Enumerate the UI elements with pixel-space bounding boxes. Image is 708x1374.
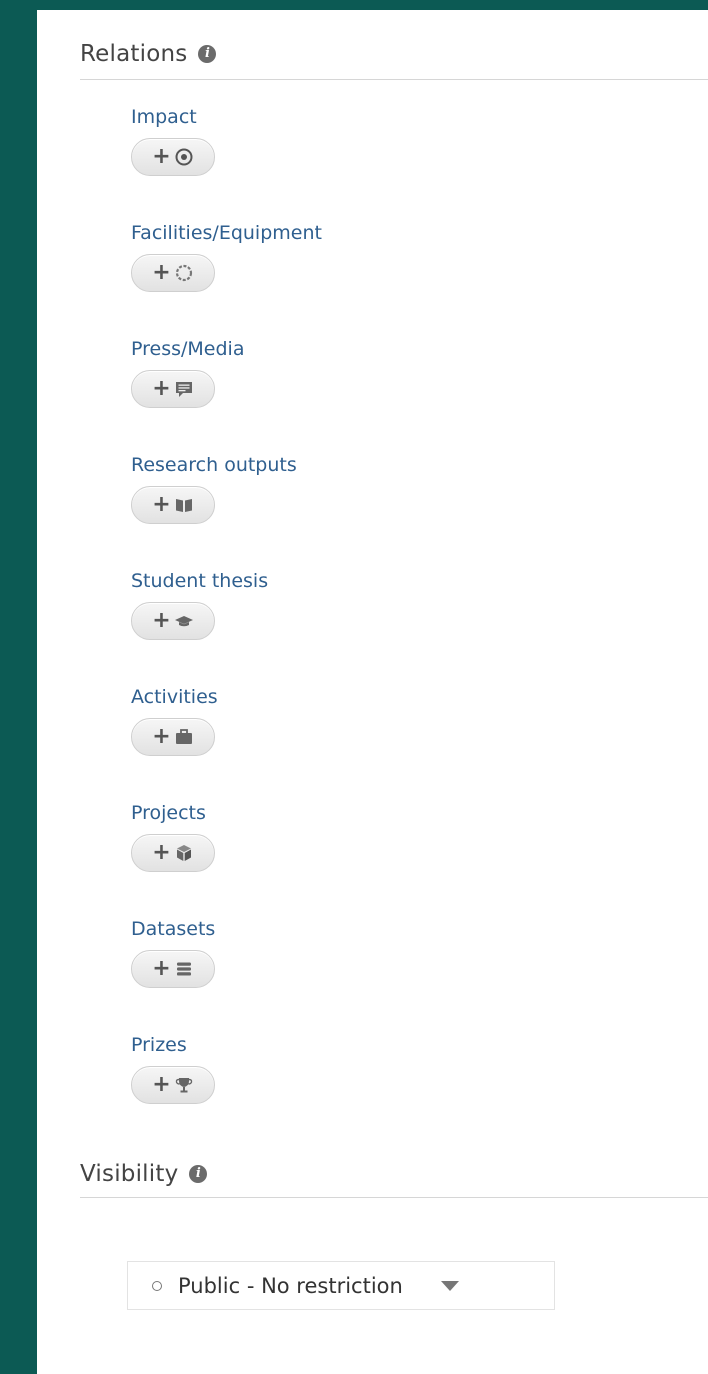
relation-projects: Projects + bbox=[131, 800, 215, 872]
dropdown-caret-icon bbox=[440, 1280, 459, 1291]
speech-bubble-icon bbox=[175, 382, 192, 397]
info-icon[interactable]: i bbox=[189, 1164, 208, 1183]
target-icon bbox=[175, 148, 193, 166]
relation-label-projects[interactable]: Projects bbox=[131, 800, 215, 826]
plus-icon: + bbox=[152, 724, 171, 749]
add-prizes-button[interactable]: + bbox=[131, 1066, 215, 1104]
add-student-thesis-button[interactable]: + bbox=[131, 602, 215, 640]
briefcase-icon bbox=[175, 729, 192, 744]
relation-student-thesis: Student thesis + bbox=[131, 568, 268, 640]
visibility-header: Visibility i bbox=[80, 1150, 708, 1198]
relation-label-prizes[interactable]: Prizes bbox=[131, 1032, 215, 1058]
trophy-icon bbox=[175, 1078, 192, 1093]
relation-label-research-outputs[interactable]: Research outputs bbox=[131, 452, 297, 478]
radio-circle-icon bbox=[152, 1280, 162, 1291]
relation-label-impact[interactable]: Impact bbox=[131, 104, 215, 130]
plus-icon: + bbox=[152, 376, 171, 401]
relation-prizes: Prizes + bbox=[131, 1032, 215, 1104]
relation-label-activities[interactable]: Activities bbox=[131, 684, 218, 710]
relation-press: Press/Media + bbox=[131, 336, 244, 408]
visibility-select[interactable]: Public - No restriction bbox=[127, 1261, 555, 1310]
add-research-outputs-button[interactable]: + bbox=[131, 486, 215, 524]
relation-label-facilities[interactable]: Facilities/Equipment bbox=[131, 220, 322, 246]
info-icon[interactable]: i bbox=[198, 44, 217, 63]
graduation-cap-icon bbox=[174, 616, 193, 627]
relation-impact: Impact + bbox=[131, 104, 215, 176]
plus-icon: + bbox=[152, 260, 171, 285]
visibility-title: Visibility bbox=[80, 1160, 179, 1187]
plus-icon: + bbox=[152, 1072, 171, 1097]
plus-icon: + bbox=[152, 144, 171, 169]
plus-icon: + bbox=[152, 492, 171, 517]
relation-research-outputs: Research outputs + bbox=[131, 452, 297, 524]
relation-datasets: Datasets + bbox=[131, 916, 215, 988]
gear-ring-icon bbox=[175, 264, 192, 282]
relation-label-student-thesis[interactable]: Student thesis bbox=[131, 568, 268, 594]
relations-title: Relations bbox=[80, 40, 188, 67]
plus-icon: + bbox=[152, 956, 171, 981]
relation-activities: Activities + bbox=[131, 684, 218, 756]
cube-icon bbox=[176, 845, 191, 861]
add-activities-button[interactable]: + bbox=[131, 718, 215, 756]
left-edge-bar bbox=[0, 0, 37, 1374]
relations-header: Relations i bbox=[80, 28, 708, 80]
open-book-icon bbox=[175, 499, 192, 512]
plus-icon: + bbox=[152, 840, 171, 865]
editor-panel: Relations i Impact + Facilities/Equipmen… bbox=[37, 10, 708, 1374]
database-icon bbox=[176, 962, 191, 976]
add-impact-button[interactable]: + bbox=[131, 138, 215, 176]
add-projects-button[interactable]: + bbox=[131, 834, 215, 872]
relation-label-datasets[interactable]: Datasets bbox=[131, 916, 215, 942]
add-press-button[interactable]: + bbox=[131, 370, 215, 408]
add-datasets-button[interactable]: + bbox=[131, 950, 215, 988]
add-facilities-button[interactable]: + bbox=[131, 254, 215, 292]
top-edge-bar bbox=[0, 0, 708, 10]
visibility-selected-value: Public - No restriction bbox=[178, 1273, 403, 1298]
relation-facilities: Facilities/Equipment + bbox=[131, 220, 322, 292]
plus-icon: + bbox=[152, 608, 171, 633]
relation-label-press[interactable]: Press/Media bbox=[131, 336, 244, 362]
